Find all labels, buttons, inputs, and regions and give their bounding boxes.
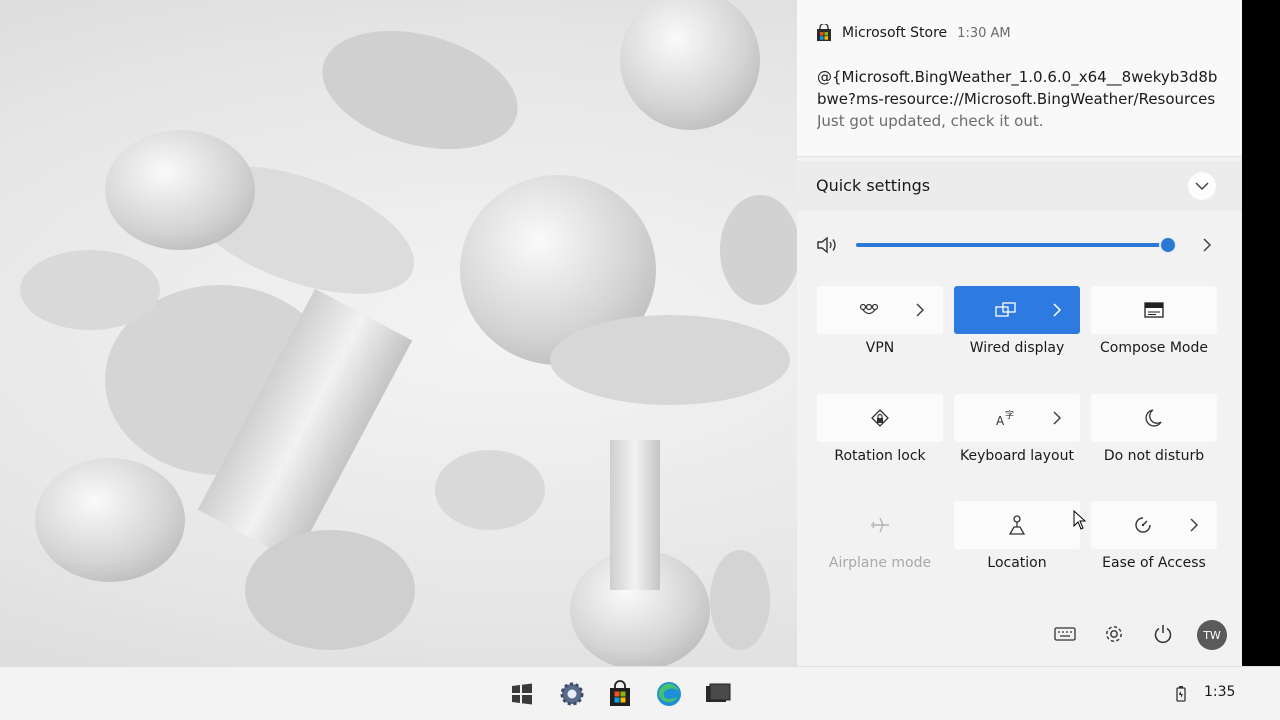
windows-start-icon[interactable] bbox=[507, 679, 537, 709]
tile-airplane-mode: Airplane mode bbox=[817, 501, 945, 571]
tile-vpn: VPN bbox=[817, 286, 945, 356]
chevron-right-icon[interactable] bbox=[915, 302, 925, 318]
volume-slider-fill bbox=[856, 243, 1168, 247]
chevron-right-icon[interactable] bbox=[1189, 517, 1199, 533]
location-icon bbox=[1006, 514, 1028, 536]
tile-label: Airplane mode bbox=[828, 555, 932, 571]
svg-text:A: A bbox=[996, 414, 1005, 428]
ease-of-access-toggle[interactable] bbox=[1091, 501, 1217, 549]
volume-slider[interactable] bbox=[856, 236, 1177, 254]
ease-of-access-icon bbox=[1132, 514, 1154, 536]
airplane-icon bbox=[869, 514, 891, 536]
tile-label: Keyboard layout bbox=[960, 448, 1074, 464]
tile-wired-display: Wired display bbox=[954, 286, 1082, 356]
notification-line-1: @{Microsoft.BingWeather_1.0.6.0_x64__8we… bbox=[817, 68, 1217, 86]
tile-label: Compose Mode bbox=[1100, 340, 1208, 356]
store-icon[interactable] bbox=[605, 679, 635, 709]
tile-label: Location bbox=[987, 555, 1047, 571]
svg-text:字: 字 bbox=[1005, 409, 1014, 421]
tile-label: Rotation lock bbox=[834, 448, 926, 464]
gear-icon[interactable] bbox=[1102, 622, 1126, 646]
notification-time: 1:30 AM bbox=[957, 25, 1011, 41]
airplane-mode-toggle bbox=[817, 501, 943, 549]
settings-icon[interactable] bbox=[557, 679, 587, 709]
avatar[interactable]: TW bbox=[1197, 620, 1227, 650]
chevron-right-icon[interactable] bbox=[1052, 410, 1062, 426]
battery-icon[interactable] bbox=[1166, 679, 1196, 709]
tile-label: VPN bbox=[865, 340, 895, 356]
keyboard-layout-icon: A字 bbox=[995, 407, 1017, 429]
notification-line-3: Just got updated, check it out. bbox=[817, 112, 1044, 130]
tile-label: Wired display bbox=[969, 340, 1065, 356]
mouse-cursor-icon bbox=[1073, 510, 1087, 530]
taskbar: 1:35 bbox=[0, 666, 1280, 720]
volume-slider-thumb[interactable] bbox=[1159, 236, 1177, 254]
tile-ease-of-access: Ease of Access bbox=[1091, 501, 1219, 571]
wired-display-icon bbox=[995, 299, 1017, 321]
compose-mode-icon bbox=[1143, 299, 1165, 321]
moon-icon bbox=[1143, 407, 1165, 429]
tile-do-not-disturb: Do not disturb bbox=[1091, 394, 1219, 464]
task-view-icon[interactable] bbox=[703, 679, 733, 709]
quick-settings-header: Quick settings bbox=[797, 161, 1242, 211]
action-center-panel: Microsoft Store 1:30 AM @{Microsoft.Bing… bbox=[797, 0, 1242, 666]
tile-location: Location bbox=[954, 501, 1082, 571]
notification-body: @{Microsoft.BingWeather_1.0.6.0_x64__8we… bbox=[817, 66, 1217, 132]
chevron-right-icon[interactable] bbox=[1052, 302, 1062, 318]
notification-header: Microsoft Store 1:30 AM bbox=[815, 22, 1011, 44]
tile-label: Do not disturb bbox=[1103, 448, 1205, 464]
keyboard-layout-toggle[interactable]: A字 bbox=[954, 394, 1080, 442]
location-toggle[interactable] bbox=[954, 501, 1080, 549]
chevron-right-icon bbox=[1203, 238, 1212, 252]
notification-app-name: Microsoft Store bbox=[842, 25, 948, 41]
volume-more-button[interactable] bbox=[1200, 236, 1214, 254]
tile-label: Ease of Access bbox=[1102, 555, 1206, 571]
rotation-lock-toggle[interactable] bbox=[817, 394, 943, 442]
rotation-lock-icon bbox=[869, 407, 891, 429]
do-not-disturb-toggle[interactable] bbox=[1091, 394, 1217, 442]
tile-compose-mode: Compose Mode bbox=[1091, 286, 1219, 356]
tile-keyboard-layout: A 字 Keyboard layout bbox=[954, 394, 1082, 464]
keyboard-icon[interactable] bbox=[1053, 622, 1077, 646]
screen-edge bbox=[1242, 0, 1280, 666]
collapse-button[interactable] bbox=[1188, 172, 1216, 200]
edge-icon[interactable] bbox=[654, 679, 684, 709]
store-icon bbox=[815, 22, 833, 42]
power-icon[interactable] bbox=[1151, 622, 1175, 646]
vpn-icon bbox=[858, 299, 880, 321]
notification-line-2: bwe?ms-resource://Microsoft.BingWeather/… bbox=[817, 90, 1216, 108]
compose-mode-toggle[interactable] bbox=[1091, 286, 1217, 334]
speaker-icon[interactable] bbox=[816, 236, 838, 254]
taskbar-clock[interactable]: 1:35 bbox=[1204, 684, 1235, 700]
wallpaper-shapes bbox=[20, 0, 800, 666]
wired-display-toggle[interactable] bbox=[954, 286, 1080, 334]
quick-settings-title: Quick settings bbox=[816, 176, 931, 195]
vpn-toggle[interactable] bbox=[817, 286, 943, 334]
notification-card[interactable]: Microsoft Store 1:30 AM @{Microsoft.Bing… bbox=[797, 0, 1242, 157]
chevron-down-icon bbox=[1195, 181, 1209, 190]
tile-rotation-lock: Rotation lock bbox=[817, 394, 945, 464]
